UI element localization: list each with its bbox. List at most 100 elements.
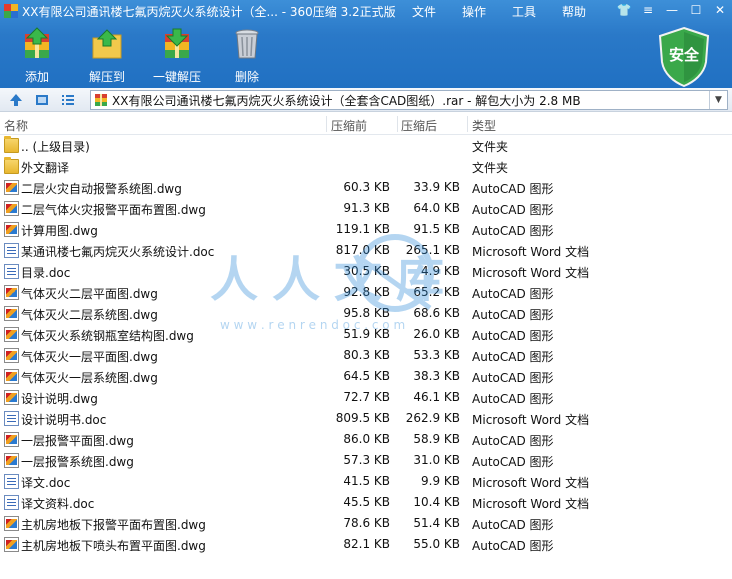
maximize-icon[interactable]: ☐ <box>684 0 708 20</box>
file-name: 气体灭火一层平面图.dwg <box>21 350 158 364</box>
security-shield[interactable]: 安全 <box>656 26 712 88</box>
skin-icon[interactable]: 👕 <box>612 0 636 20</box>
file-type: AutoCAD 图形 <box>472 392 554 406</box>
toolbar-area: XX有限公司通讯楼七氟丙烷灭火系统设计（全... - 360压缩 3.2正式版 … <box>0 0 732 88</box>
file-name: 译文.doc <box>21 476 71 490</box>
address-bar: XX有限公司通讯楼七氟丙烷灭火系统设计（全套含CAD图纸）.rar - 解包大小… <box>0 88 732 112</box>
file-name: 一层报警系统图.dwg <box>21 455 134 469</box>
file-row[interactable]: 一层报警平面图.dwg 86.0 KB 58.9 KB AutoCAD 图形 <box>0 429 732 450</box>
file-name: 计算用图.dwg <box>21 224 98 238</box>
file-size-after: 10.4 KB <box>413 495 460 509</box>
close-icon[interactable]: ✕ <box>708 0 732 20</box>
file-row[interactable]: 二层气体火灾报警平面布置图.dwg 91.3 KB 64.0 KB AutoCAD 图… <box>0 198 732 219</box>
column-header: 名称 压缩前 压缩后 类型 <box>0 113 732 135</box>
file-row[interactable]: 译文资料.doc 45.5 KB 10.4 KB Microsoft Word 文档 <box>0 492 732 513</box>
file-size-after: 51.4 KB <box>413 516 460 530</box>
file-type: Microsoft Word 文档 <box>472 476 590 490</box>
autocad-file-icon <box>4 453 19 468</box>
thumbnail-view-icon[interactable] <box>34 92 50 108</box>
file-type: Microsoft Word 文档 <box>472 497 590 511</box>
file-name: 外文翻译 <box>21 161 70 175</box>
file-row[interactable]: 计算用图.dwg 119.1 KB 91.5 KB AutoCAD 图形 <box>0 219 732 240</box>
autocad-file-icon <box>4 432 19 447</box>
file-name: 气体灭火一层系统图.dwg <box>21 371 158 385</box>
autocad-file-icon <box>4 327 19 342</box>
word-file-icon <box>4 474 19 489</box>
file-name: .. (上级目录) <box>21 140 90 154</box>
file-name: 设计说明.dwg <box>21 392 98 406</box>
autocad-file-icon <box>4 348 19 363</box>
up-arrow-icon[interactable] <box>8 92 24 108</box>
file-size-before: 82.1 KB <box>343 537 390 551</box>
one-click-extract-icon <box>159 26 195 62</box>
file-row[interactable]: .. (上级目录) 文件夹 <box>0 135 732 156</box>
folder-icon <box>4 136 19 153</box>
minimize-icon[interactable]: — <box>660 0 684 20</box>
file-size-before: 60.3 KB <box>343 180 390 194</box>
column-type[interactable]: 类型 <box>472 117 496 134</box>
file-row[interactable]: 外文翻译 文件夹 <box>0 156 732 177</box>
file-name: 气体灭火二层系统图.dwg <box>21 308 158 322</box>
file-size-before: 86.0 KB <box>343 432 390 446</box>
file-row[interactable]: 译文.doc 41.5 KB 9.9 KB Microsoft Word 文档 <box>0 471 732 492</box>
file-type: Microsoft Word 文档 <box>472 413 590 427</box>
file-size-before: 809.5 KB <box>335 411 390 425</box>
file-type: Microsoft Word 文档 <box>472 266 590 280</box>
file-row[interactable]: 气体灭火二层系统图.dwg 95.8 KB 68.6 KB AutoCAD 图形 <box>0 303 732 324</box>
column-name[interactable]: 名称 <box>4 117 28 134</box>
list-view-icon[interactable] <box>60 92 76 108</box>
word-file-icon <box>4 264 19 279</box>
chevron-down-icon[interactable]: ▼ <box>709 91 727 109</box>
file-name: 主机房地板下报警平面布置图.dwg <box>21 518 206 532</box>
file-row[interactable]: 某通讯楼七氟丙烷灭火系统设计.doc 817.0 KB 265.1 KB Micros… <box>0 240 732 261</box>
add-button[interactable]: 添加 <box>3 24 71 84</box>
extract-to-button[interactable]: 解压到 <box>73 24 141 84</box>
word-file-icon <box>4 243 19 258</box>
file-row[interactable]: 设计说明.dwg 72.7 KB 46.1 KB AutoCAD 图形 <box>0 387 732 408</box>
menu-bar: 文件 操作 工具 帮助 <box>412 3 612 20</box>
file-row[interactable]: 气体灭火系统钢瓶室结构图.dwg 51.9 KB 26.0 KB AutoCAD 图形 <box>0 324 732 345</box>
security-label: 安全 <box>668 46 699 64</box>
file-size-after: 38.3 KB <box>413 369 460 383</box>
menu-help[interactable]: 帮助 <box>562 3 586 20</box>
file-row[interactable]: 气体灭火二层平面图.dwg 92.8 KB 65.2 KB AutoCAD 图形 <box>0 282 732 303</box>
file-type: AutoCAD 图形 <box>472 308 554 322</box>
file-type: AutoCAD 图形 <box>472 329 554 343</box>
menu-operate[interactable]: 操作 <box>462 3 486 20</box>
file-row[interactable]: 主机房地板下喷头布置平面图.dwg 82.1 KB 55.0 KB AutoCAD 图… <box>0 534 732 555</box>
extract-to-label: 解压到 <box>88 70 125 84</box>
file-row[interactable]: 目录.doc 30.5 KB 4.9 KB Microsoft Word 文档 <box>0 261 732 282</box>
extract-to-icon <box>89 26 125 62</box>
file-list: .. (上级目录) 文件夹 外文翻译 文件夹 二层火灾自动报警系统图.dwg 60.3 K… <box>0 135 732 555</box>
file-size-before: 817.0 KB <box>335 243 390 257</box>
autocad-file-icon <box>4 390 19 405</box>
one-click-extract-label: 一键解压 <box>152 70 201 84</box>
file-size-before: 64.5 KB <box>343 369 390 383</box>
autocad-file-icon <box>4 306 19 321</box>
file-row[interactable]: 二层火灾自动报警系统图.dwg 60.3 KB 33.9 KB AutoCAD 图形 <box>0 177 732 198</box>
menu-file[interactable]: 文件 <box>412 3 436 20</box>
window-controls: 👕 ≡ — ☐ ✕ <box>612 0 732 20</box>
file-name: 某通讯楼七氟丙烷灭火系统设计.doc <box>21 245 215 259</box>
column-packed[interactable]: 压缩前 <box>331 117 367 134</box>
file-size-after: 55.0 KB <box>413 537 460 551</box>
file-row[interactable]: 气体灭火一层系统图.dwg 64.5 KB 38.3 KB AutoCAD 图形 <box>0 366 732 387</box>
file-size-before: 78.6 KB <box>343 516 390 530</box>
file-type: AutoCAD 图形 <box>472 434 554 448</box>
file-size-before: 80.3 KB <box>343 348 390 362</box>
menu-tools[interactable]: 工具 <box>512 3 536 20</box>
one-click-extract-button[interactable]: 一键解压 <box>143 24 211 84</box>
file-row[interactable]: 主机房地板下报警平面布置图.dwg 78.6 KB 51.4 KB AutoCAD 图… <box>0 513 732 534</box>
path-field[interactable]: XX有限公司通讯楼七氟丙烷灭火系统设计（全套含CAD图纸）.rar - 解包大小… <box>90 90 728 110</box>
menu-icon[interactable]: ≡ <box>636 0 660 20</box>
file-row[interactable]: 设计说明书.doc 809.5 KB 262.9 KB Microsoft Word … <box>0 408 732 429</box>
delete-button[interactable]: 删除 <box>213 24 281 84</box>
file-type: AutoCAD 图形 <box>472 371 554 385</box>
file-row[interactable]: 气体灭火一层平面图.dwg 80.3 KB 53.3 KB AutoCAD 图形 <box>0 345 732 366</box>
app-logo-icon <box>4 4 18 18</box>
path-text: XX有限公司通讯楼七氟丙烷灭火系统设计（全套含CAD图纸）.rar - 解包大小… <box>112 93 581 108</box>
file-row[interactable]: 一层报警系统图.dwg 57.3 KB 31.0 KB AutoCAD 图形 <box>0 450 732 471</box>
file-size-after: 46.1 KB <box>413 390 460 404</box>
column-compressed[interactable]: 压缩后 <box>401 117 437 134</box>
file-name: 译文资料.doc <box>21 497 95 511</box>
